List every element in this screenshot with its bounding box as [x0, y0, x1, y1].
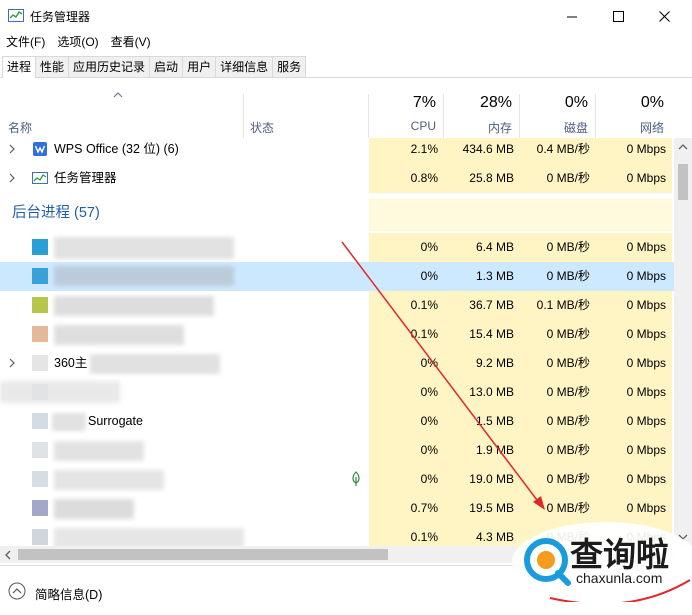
maximize-icon [612, 10, 624, 22]
menu-bar: 文件(F) 选项(O) 查看(V) [0, 33, 157, 53]
fewer-details-button[interactable]: 简略信息(D) [35, 584, 102, 603]
column-divider[interactable] [243, 94, 244, 138]
scroll-up-icon[interactable] [678, 144, 688, 150]
vertical-scrollbar[interactable] [674, 138, 692, 546]
minimize-icon [566, 16, 577, 17]
watermark-url: chaxunla.com [576, 570, 663, 586]
close-button[interactable] [641, 0, 687, 32]
tab-details[interactable]: 详细信息 [215, 56, 274, 77]
column-network[interactable]: 0% 网络 [596, 80, 672, 138]
tab-app-history[interactable]: 应用历史记录 [68, 56, 151, 77]
scroll-left-icon[interactable] [5, 550, 11, 560]
tab-startup[interactable]: 启动 [149, 56, 184, 77]
task-manager-icon [8, 9, 24, 22]
network-label: 网络 [639, 121, 664, 135]
menu-file[interactable]: 文件(F) [0, 33, 51, 53]
network-total: 0% [640, 94, 664, 111]
column-disk[interactable]: 0% 磁盘 [520, 80, 596, 138]
column-header: 名称 状态 7% CPU 28% 内存 0% 磁盘 0% 网络 [0, 80, 692, 138]
column-cpu[interactable]: 7% CPU [369, 80, 444, 138]
annotation-arrow [341, 241, 545, 510]
close-icon [658, 10, 670, 22]
disk-total: 0% [564, 94, 588, 111]
tab-processes[interactable]: 进程 [2, 56, 37, 79]
tab-strip: 进程 性能 应用历史记录 启动 用户 详细信息 服务 [0, 56, 692, 79]
tab-users[interactable]: 用户 [182, 56, 217, 77]
minimize-button[interactable] [549, 0, 595, 32]
menu-options[interactable]: 选项(O) [51, 33, 104, 53]
watermark: 查询啦 chaxunla.com [510, 520, 692, 602]
process-list: WPS Office (32 位) (6) 2.1% 434.6 MB 0.4 … [0, 138, 674, 546]
tab-services[interactable]: 服务 [272, 56, 307, 77]
sort-up-icon[interactable] [113, 92, 123, 98]
menu-view[interactable]: 查看(V) [105, 33, 157, 53]
cpu-total: 7% [412, 94, 436, 111]
watermark-text: 查询啦 [570, 536, 669, 573]
memory-total: 28% [479, 94, 512, 111]
memory-label: 内存 [487, 121, 512, 135]
vertical-scroll-thumb[interactable] [678, 164, 688, 200]
cpu-label: CPU [410, 119, 436, 133]
column-name[interactable]: 名称 [8, 119, 32, 136]
column-memory[interactable]: 28% 内存 [444, 80, 520, 138]
chevron-up-circle-icon[interactable] [8, 582, 26, 600]
window-title: 任务管理器 [30, 10, 91, 24]
maximize-button[interactable] [595, 0, 641, 32]
title-bar: 任务管理器 [0, 0, 692, 32]
horizontal-scroll-thumb[interactable] [18, 549, 388, 560]
column-status[interactable]: 状态 [250, 119, 274, 136]
tab-performance[interactable]: 性能 [35, 56, 70, 77]
disk-label: 磁盘 [563, 121, 588, 135]
